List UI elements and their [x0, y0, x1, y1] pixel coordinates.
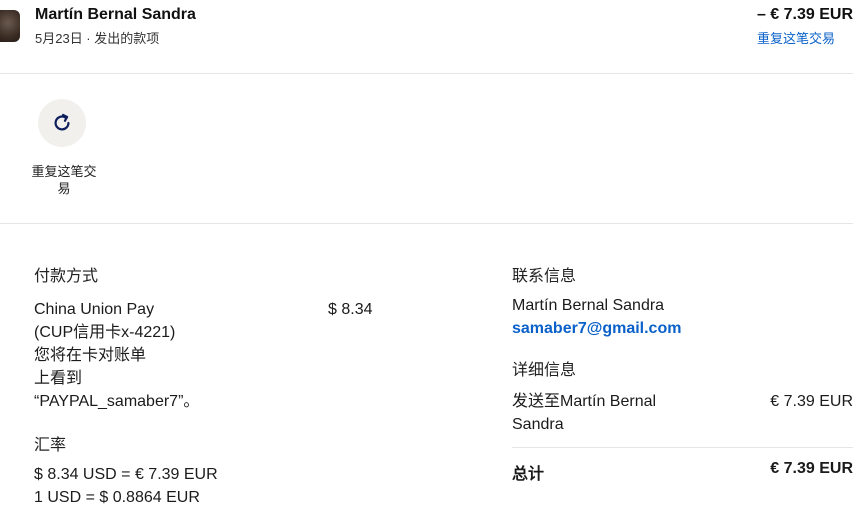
sent-to-row: 发送至Martín Bernal Sandra € 7.39 EUR — [512, 390, 853, 436]
total-amount: € 7.39 EUR — [770, 460, 853, 477]
contact-email-link[interactable]: samaber7@gmail.com — [512, 317, 853, 341]
exchange-conversion: $ 8.34 USD = € 7.39 EUR — [34, 466, 218, 483]
transaction-amount: – € 7.39 EUR — [756, 6, 853, 23]
merchant-name: Martín Bernal Sandra — [35, 6, 196, 23]
contact-details-section: 联系信息 Martín Bernal Sandra samaber7@gmail… — [512, 262, 853, 484]
payment-method-title: 付款方式 — [34, 268, 99, 285]
repeat-transaction-label: 重复这笔交易 — [31, 164, 97, 196]
transaction-date-type: 5月23日 · 发出的款项 — [35, 31, 160, 46]
divider — [512, 447, 853, 448]
payment-amount: $ 8.34 — [328, 301, 373, 318]
avatar — [0, 10, 20, 42]
sent-to-line: 发送至Martín Bernal — [512, 393, 657, 410]
sent-amount: € 7.39 EUR — [770, 393, 853, 410]
transaction-header: Martín Bernal Sandra 5月23日 · 发出的款项 – € 7… — [0, 0, 853, 74]
exchange-rate-value: 1 USD = $ 0.8864 EUR — [34, 489, 200, 506]
repeat-transaction-link[interactable]: 重复这笔交易 — [757, 28, 835, 47]
contact-info-title: 联系信息 — [512, 268, 577, 285]
refresh-icon — [54, 113, 70, 131]
details-title: 详细信息 — [512, 362, 577, 379]
contact-name: Martín Bernal Sandra — [512, 297, 665, 314]
total-row: 总计 € 7.39 EUR — [512, 460, 853, 484]
repeat-transaction-button[interactable] — [38, 99, 86, 147]
sent-to-line: Sandra — [512, 416, 564, 433]
actions-bar: 重复这笔交易 — [0, 74, 853, 224]
payment-section: 付款方式 China Union Pay (CUP信用卡x-4221) 您将在卡… — [34, 262, 394, 509]
payment-method-line: China Union Pay — [34, 301, 155, 318]
payment-method-line: 您将在卡对账单 — [34, 347, 147, 364]
payment-method-line: (CUP信用卡x-4221) — [34, 324, 176, 341]
payment-method-block: China Union Pay (CUP信用卡x-4221) 您将在卡对账单 上… — [34, 298, 394, 413]
payment-method-text: China Union Pay (CUP信用卡x-4221) 您将在卡对账单 上… — [34, 298, 204, 413]
sent-to-label: 发送至Martín Bernal Sandra — [512, 390, 702, 436]
exchange-rate-title: 汇率 — [34, 437, 67, 454]
payment-method-line: “PAYPAL_samaber7”。 — [34, 393, 200, 410]
payment-method-line: 上看到 — [34, 370, 83, 387]
total-label: 总计 — [512, 466, 545, 483]
